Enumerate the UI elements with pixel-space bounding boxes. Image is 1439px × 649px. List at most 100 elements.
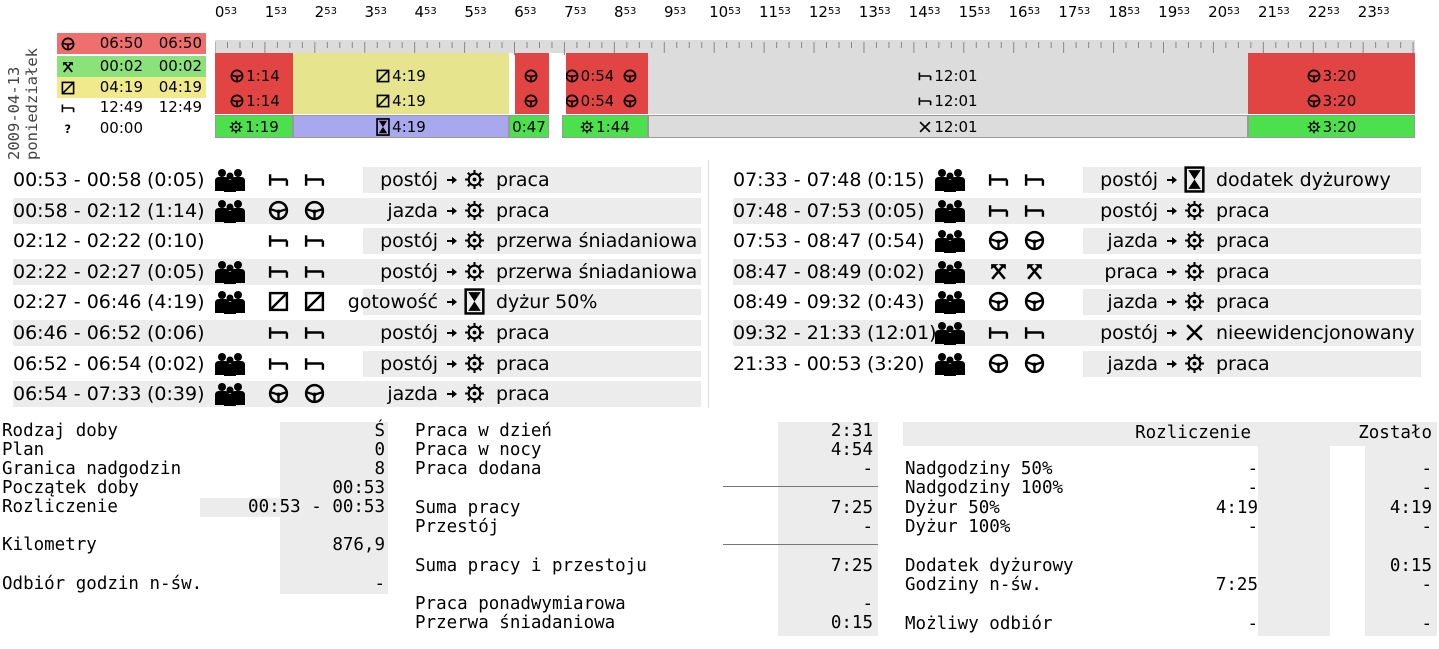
- event-row[interactable]: 07:53 - 08:47 (0:54) jazda praca: [733, 226, 1421, 256]
- label: Rodzaj doby: [2, 421, 118, 441]
- event-activity: praca: [1104, 260, 1158, 283]
- event-row[interactable]: 08:47 - 08:49 (0:02) praca praca: [733, 257, 1421, 287]
- hour-number: 6: [514, 3, 524, 21]
- bed-icon: [268, 353, 289, 374]
- hour-label: 553: [464, 3, 486, 21]
- bed-icon: [988, 169, 1009, 190]
- label: Praca ponadwymiarowa: [415, 594, 626, 614]
- event-result: praca: [1216, 199, 1270, 222]
- crew-icon: [214, 167, 246, 193]
- arrow-icon: [1166, 327, 1178, 339]
- value: 0:15: [830, 613, 873, 633]
- segment-line: 0:54: [566, 90, 613, 112]
- bed-icon: [268, 169, 289, 190]
- arrow-icon: [1166, 205, 1178, 217]
- event-range: 21:33 - 00:53: [733, 352, 862, 375]
- hour-label: 1253: [809, 3, 841, 21]
- segment-line: 12:01: [648, 65, 1248, 87]
- segment-duration: 12:01: [934, 117, 978, 136]
- event-row[interactable]: 08:49 - 09:32 (0:43) jazda praca: [733, 287, 1421, 317]
- event-row[interactable]: 02:22 - 02:27 (0:05) postój przerwa śniadan…: [13, 257, 701, 287]
- segment-duration: 1:14: [246, 67, 280, 85]
- steering-wheel-icon: [1024, 230, 1045, 251]
- bed-icon: [918, 69, 932, 83]
- hour-number: 22: [1307, 3, 1327, 21]
- steering-wheel-icon: [304, 383, 325, 404]
- hour-minutes: 53: [1326, 6, 1340, 17]
- arrow-icon: [446, 358, 458, 370]
- event-row[interactable]: 07:48 - 07:53 (0:05) postój praca: [733, 196, 1421, 226]
- label: Granica nadgodzin: [2, 459, 182, 479]
- event-range: 07:48 - 07:53: [733, 199, 862, 222]
- stat-label: Godziny n-św.: [905, 575, 1042, 595]
- hour-number: 19: [1158, 3, 1178, 21]
- event-result: praca: [496, 322, 550, 344]
- event-row[interactable]: 02:12 - 02:22 (0:10) postój przerwa śniadan…: [13, 226, 701, 256]
- segment-duration: 4:19: [392, 92, 426, 110]
- label: Suma pracy i przestoju: [415, 556, 647, 576]
- segment-duration: 0:54: [580, 67, 613, 85]
- label: Przestój: [415, 517, 500, 537]
- event-row[interactable]: 07:33 - 07:48 (0:15) postój dodatek dyżurow…: [733, 165, 1421, 195]
- steering-wheel-icon: [59, 33, 77, 54]
- event-result: dodatek dyżurowy: [1216, 169, 1391, 191]
- event-row[interactable]: 06:46 - 06:52 (0:06) postój praca: [13, 318, 701, 348]
- event-result: przerwa śniadaniowa: [496, 230, 698, 253]
- event-result: praca: [1216, 291, 1270, 314]
- event-activity: postój: [1100, 199, 1158, 222]
- hour-minutes: 53: [473, 6, 487, 17]
- event-duration: (0:05): [867, 199, 925, 222]
- steering-wheel-icon: [623, 69, 637, 83]
- event-row[interactable]: 06:54 - 07:33 (0:39) jazda praca: [13, 379, 701, 409]
- timeline-lower-segment: 4:19: [293, 115, 509, 138]
- wheel-icon: [1184, 291, 1205, 312]
- event-range: 06:54 - 07:33: [13, 383, 142, 406]
- bed-icon: [988, 200, 1009, 221]
- hour-minutes: 53: [523, 6, 537, 17]
- legend-row: 12:49 12:49: [57, 97, 206, 118]
- arrow-icon: [1166, 358, 1178, 370]
- event-range: 02:22 - 02:27: [13, 260, 142, 283]
- hour-label: 1553: [959, 3, 991, 21]
- hour-label: 2053: [1208, 3, 1240, 21]
- availability-icon: [59, 77, 77, 98]
- arrow-icon: [1166, 266, 1178, 278]
- hour-minutes: 53: [374, 6, 387, 17]
- date-text: 2009-04-13: [5, 67, 23, 160]
- crew-icon: [214, 198, 246, 224]
- availability-icon: [268, 291, 289, 312]
- arrow-icon: [1166, 296, 1178, 308]
- event-row[interactable]: 02:27 - 06:46 (4:19) gotowość dyżur 50%: [13, 287, 701, 317]
- hour-number: 18: [1108, 3, 1128, 21]
- arrow-icon: [1166, 174, 1178, 186]
- legend-value: 06:50: [158, 34, 202, 52]
- event-row[interactable]: 21:33 - 00:53 (3:20) jazda praca: [733, 349, 1421, 379]
- arrow-icon: [1166, 235, 1178, 247]
- hour-minutes: 53: [573, 6, 587, 17]
- event-row[interactable]: 09:32 - 21:33 (12:01) postój nieewidencjono…: [733, 318, 1421, 348]
- event-activity: jazda: [1107, 230, 1158, 253]
- segment-line: 4:19: [293, 90, 509, 112]
- event-row[interactable]: 00:58 - 02:12 (1:14) jazda praca: [13, 196, 701, 226]
- hour-label: 2153: [1258, 3, 1290, 21]
- hour-minutes: 53: [827, 6, 841, 17]
- event-row[interactable]: 00:53 - 00:58 (0:05) postój praca: [13, 165, 701, 195]
- hour-label: 2253: [1308, 3, 1340, 21]
- timeline-segment: 0:54 0:54: [566, 53, 613, 114]
- bed-icon: [304, 261, 325, 282]
- stat-label: Nadgodziny 50%: [905, 459, 1053, 479]
- event-activity: postój: [380, 169, 438, 191]
- hourglass-icon: [1184, 166, 1205, 193]
- hour-label: 253: [315, 3, 337, 21]
- wheel-icon: [464, 261, 485, 282]
- stats-left: Rodzaj doby Ś Plan 0 Granica nadgodzin 8…: [0, 422, 390, 602]
- timeline-ruler: [214, 40, 1415, 55]
- stat-remaining: -: [1421, 517, 1432, 537]
- event-activity: postój: [380, 260, 438, 283]
- sum-line: [723, 544, 878, 545]
- event-row[interactable]: 06:52 - 06:54 (0:02) postój praca: [13, 349, 701, 379]
- event-duration: (4:19): [147, 291, 205, 314]
- hour-number: 8: [614, 3, 624, 21]
- hour-number: 1: [264, 3, 275, 21]
- bed-icon: [1024, 322, 1045, 343]
